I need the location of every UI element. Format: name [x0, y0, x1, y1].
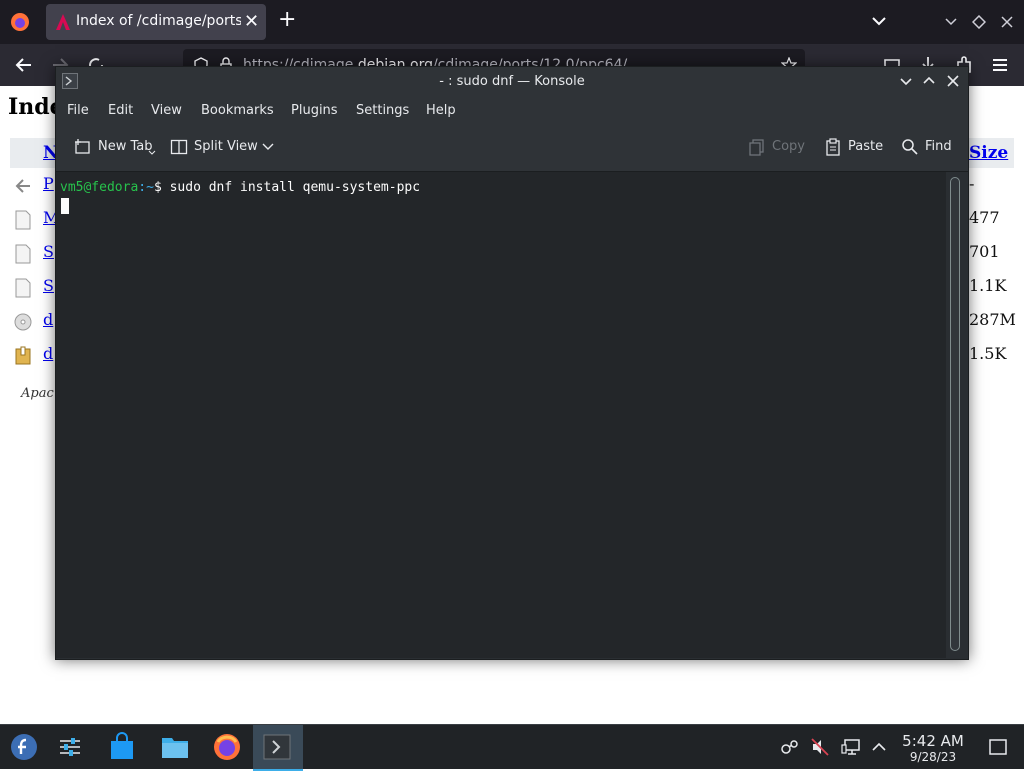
terminal-scrollbar[interactable] — [950, 177, 960, 653]
show-desktop-icon[interactable] — [988, 737, 1008, 757]
konsole-taskbar-button[interactable] — [253, 725, 303, 771]
server-signature: Apac — [21, 386, 54, 401]
package-icon — [15, 346, 31, 365]
row-name-link[interactable]: S — [43, 276, 54, 295]
chevron-down-icon — [148, 150, 156, 155]
row-size: - — [969, 174, 975, 193]
shopping-bag-icon — [111, 732, 133, 759]
back-arrow-icon — [15, 179, 30, 193]
terminal-icon — [263, 734, 291, 760]
paste-label: Paste — [848, 139, 884, 154]
row-name-link[interactable]: d — [43, 344, 53, 363]
konsole-toolbar: New Tab Split View Copy Paste Find — [56, 125, 968, 172]
browser-tab-active[interactable]: Index of /cdimage/ports/1 ✕ — [46, 4, 266, 40]
menu-plugins[interactable]: Plugins — [291, 103, 338, 118]
file-icon — [15, 210, 31, 230]
row-name-link[interactable]: P — [43, 174, 54, 193]
column-size-link[interactable]: Size — [969, 143, 1008, 163]
maximize-icon[interactable] — [972, 15, 986, 29]
row-name-link[interactable]: d — [43, 310, 53, 329]
system-settings-button[interactable] — [46, 725, 92, 769]
firefox-icon — [214, 734, 240, 760]
firefox-taskbar-button[interactable] — [203, 725, 249, 769]
terminal-command-line: vm5@fedora:~$ sudo dnf install qemu-syst… — [60, 180, 420, 195]
file-icon — [15, 278, 31, 298]
new-tab-button[interactable]: + — [278, 7, 296, 32]
file-manager-button[interactable] — [151, 725, 197, 769]
fedora-logo-icon — [11, 734, 37, 760]
paste-icon — [826, 138, 840, 156]
paste-button[interactable]: Paste — [824, 138, 886, 158]
new-tab-label: New Tab — [98, 139, 153, 154]
app-launcher-button[interactable] — [0, 725, 46, 769]
copy-label: Copy — [772, 139, 805, 154]
row-size: 287M — [969, 310, 1016, 329]
firefox-app-icon[interactable] — [9, 11, 31, 33]
tab-title: Index of /cdimage/ports/1 — [76, 13, 241, 29]
close-icon[interactable] — [944, 72, 962, 90]
search-icon — [902, 139, 918, 155]
debian-favicon-icon — [56, 14, 70, 30]
network-wired-icon[interactable] — [841, 737, 861, 757]
split-view-icon — [170, 139, 188, 155]
hamburger-menu-icon[interactable] — [989, 54, 1011, 76]
copy-icon — [749, 139, 764, 156]
menu-file[interactable]: File — [67, 103, 89, 118]
new-tab-icon — [75, 139, 90, 154]
prompt-symbol: $ — [153, 180, 162, 195]
menu-view[interactable]: View — [151, 103, 182, 118]
konsole-window: - : sudo dnf — Konsole File Edit View Bo… — [55, 66, 969, 660]
maximize-icon[interactable] — [920, 72, 938, 90]
row-size: 1.1K — [969, 276, 1007, 295]
clock-time[interactable]: 5:42 AM — [900, 732, 966, 750]
file-icon — [15, 244, 31, 264]
window-title: - : sudo dnf — Konsole — [439, 74, 585, 89]
terminal-command: sudo dnf install qemu-system-ppc — [161, 180, 421, 195]
find-button[interactable]: Find — [901, 138, 956, 158]
minimize-icon[interactable] — [897, 72, 915, 90]
menu-edit[interactable]: Edit — [108, 103, 133, 118]
clock-date[interactable]: 9/28/23 — [900, 750, 966, 764]
copy-button[interactable]: Copy — [748, 138, 808, 158]
row-size: 1.5K — [969, 344, 1007, 363]
chevron-up-icon[interactable] — [869, 737, 889, 757]
prompt-path: :~ — [138, 180, 154, 195]
split-view-label: Split View — [194, 139, 258, 154]
discover-store-button[interactable] — [98, 725, 144, 769]
split-view-button[interactable]: Split View — [170, 138, 276, 158]
minimize-icon[interactable] — [944, 15, 958, 29]
settings-sliders-icon — [60, 738, 80, 756]
new-tab-button[interactable]: New Tab — [74, 138, 156, 158]
menu-settings[interactable]: Settings — [356, 103, 409, 118]
menu-help[interactable]: Help — [426, 103, 456, 118]
folder-icon — [162, 738, 188, 758]
browser-tab-bar: Index of /cdimage/ports/1 ✕ + — [0, 0, 1024, 44]
konsole-menubar: File Edit View Bookmarks Plugins Setting… — [56, 97, 968, 125]
terminal-cursor — [61, 198, 69, 214]
prompt-user-host: vm5@fedora — [60, 180, 139, 195]
row-size: 477 — [969, 208, 1000, 227]
tab-close-icon[interactable]: ✕ — [244, 11, 259, 32]
disc-icon — [14, 313, 32, 331]
find-label: Find — [925, 139, 952, 154]
kde-connect-icon[interactable] — [780, 737, 800, 757]
menu-bookmarks[interactable]: Bookmarks — [201, 103, 274, 118]
terminal-area[interactable]: vm5@fedora:~$ sudo dnf install qemu-syst… — [56, 172, 946, 658]
volume-muted-icon[interactable] — [810, 737, 830, 757]
chevron-down-icon[interactable] — [262, 143, 274, 151]
taskbar: 5:42 AM 9/28/23 — [0, 724, 1024, 771]
close-window-icon[interactable] — [1000, 15, 1014, 29]
back-arrow-icon[interactable] — [13, 54, 35, 76]
row-name-link[interactable]: S — [43, 242, 54, 261]
konsole-titlebar[interactable]: - : sudo dnf — Konsole — [56, 67, 968, 97]
scrollbar-thumb[interactable] — [950, 177, 960, 651]
row-size: 701 — [969, 242, 1000, 261]
chevron-down-icon[interactable] — [870, 12, 888, 30]
